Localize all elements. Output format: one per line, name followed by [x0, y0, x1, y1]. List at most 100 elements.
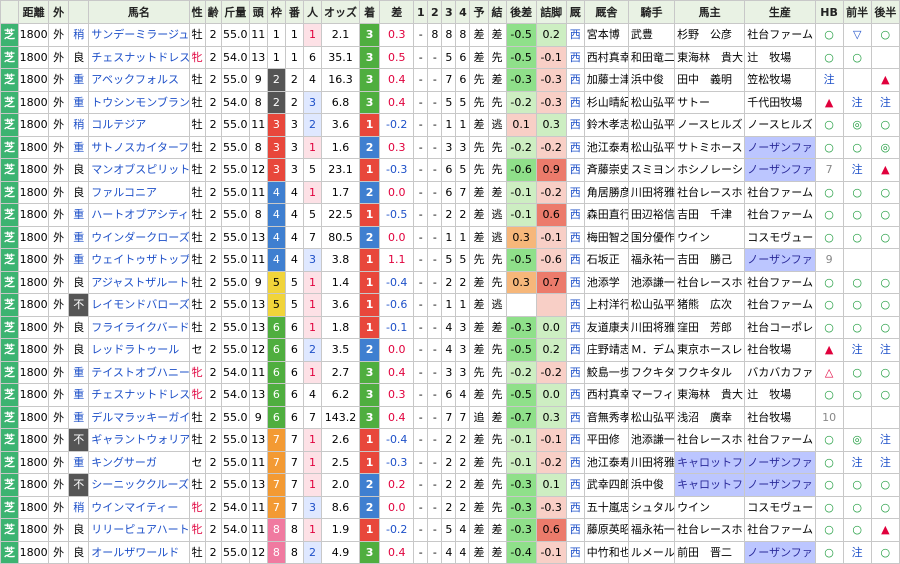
cell-name[interactable]: ウェイトゥザトップ	[88, 248, 190, 272]
cell-c3: 5	[441, 248, 457, 272]
cell-name[interactable]: アベックフォルス	[88, 68, 190, 92]
table-row[interactable]: 芝 1800 外重チェスナットドレス牝 2 54.0 13 6 6 4 6.2 3 0.3- -6 4 差先…	[0, 383, 900, 407]
cell-name[interactable]: サトノスカイターフ	[88, 135, 190, 159]
cell-name[interactable]: サンデーミラージュ	[88, 23, 190, 47]
cell-name[interactable]: アジャストザルート	[88, 270, 190, 294]
table-row[interactable]: 芝 1800 外重サトノスカイターフ牡 2 55.0 8 3 3 1 1.6 2 0.3- -3 3 先先 -…	[0, 135, 900, 159]
cell-name[interactable]: ギャラントウォリア	[88, 428, 190, 452]
cell-diff: 0.4	[379, 540, 415, 564]
cell-name[interactable]: チェスナットドレス	[88, 45, 190, 69]
cell-age: 2	[204, 518, 222, 542]
table-row[interactable]: 芝 1800 外不レイモンドバローズ牡 2 55.0 13 5 5 1 3.6 1 -0.6- -1 1 差…	[0, 293, 900, 317]
table-row[interactable]: 芝 1800 外重デルマラッキーガイ牡 2 55.0 9 6 6 7 143.2 3 0.4- -7 7 追…	[0, 405, 900, 429]
cell-odds: 3.6	[320, 113, 361, 137]
table-row[interactable]: 芝 1800 外重ウェイトゥザトップ牡 2 55.0 11 4 4 3 3.8 1 1.1- -5 5 先先…	[0, 248, 900, 272]
cell-maker: 社台ファーム	[744, 293, 816, 317]
cell-maker: 社台ファーム	[744, 428, 816, 452]
cell-name[interactable]: テイストオブハニー	[88, 360, 190, 384]
cell-sex: 牡	[188, 203, 206, 227]
cell-c2: -	[427, 315, 443, 339]
table-row[interactable]: 芝 1800 外稍サンデーミラージュ牡 2 55.0 11 1 1 1 2.1 3 0.3-8 8 8 差差…	[0, 23, 900, 47]
cell-ato	[505, 293, 537, 317]
cell-jockey: 川田将雅	[627, 315, 676, 339]
cell-hb: 9	[814, 248, 844, 272]
cell-umaya: 西	[565, 315, 585, 339]
table-row[interactable]: 芝 1800 外重テイストオブハニー牝 2 54.0 11 6 6 1 2.7 3 0.4- -3 3 先先…	[0, 360, 900, 384]
cell-name[interactable]: レッドラトゥール	[88, 338, 190, 362]
cell-wt: 55.0	[220, 473, 250, 497]
table-row[interactable]: 芝 1800 外良リリーピュアハート牝 2 54.0 11 8 8 1 1.9 1 -0.2- -5 4 差…	[0, 518, 900, 542]
cell-tsume: 0.6	[535, 203, 567, 227]
cell-name[interactable]: マンオブスピリット	[88, 158, 190, 182]
cell-age: 2	[204, 338, 222, 362]
cell-name[interactable]: キングサーガ	[88, 450, 190, 474]
cell-name[interactable]: レイモンドバローズ	[88, 293, 190, 317]
cell-c2: -	[427, 540, 443, 564]
table-row[interactable]: 芝 1800 外重アベックフォルス牡 2 55.0 9 2 2 4 16.3 3 0.4- -7 6 先差 -…	[0, 68, 900, 92]
cell-ban: 7	[284, 473, 304, 497]
cell-waku: 4	[266, 225, 286, 249]
cell-io: 外	[48, 158, 70, 182]
table-row[interactable]: 芝 1800 外良ファルコニア牡 2 55.0 11 4 4 1 1.7 2 0.0- -6 7 差差 -0.…	[0, 180, 900, 204]
cell-jockey: 松山弘平	[627, 405, 676, 429]
cell-dist: 1800	[18, 45, 50, 69]
table-row[interactable]: 芝 1800 外稍コルテジア牡 2 55.0 11 3 3 2 3.6 1 -0.2- -1 1 差逃 0.1…	[0, 113, 900, 137]
table-row[interactable]: 芝 1800 外良アジャストザルート牡 2 55.0 9 5 5 1 1.4 1 -0.4- -2 2 差先…	[0, 270, 900, 294]
cell-waku: 3	[266, 113, 286, 137]
race-results-table: 距離 外 馬名 性 齢 斤量 頭 枠 番 人 オッズ 着 差 1 2 3 4 予…	[0, 0, 900, 564]
table-row[interactable]: 芝 1800 外不ギャラントウォリア牡 2 55.0 13 7 7 1 2.6 1 -0.4- -2 2 差…	[0, 428, 900, 452]
cell-waku: 7	[266, 428, 286, 452]
cell-n: 11	[248, 518, 268, 542]
cell-odds: 80.5	[320, 225, 361, 249]
cell-umaya: 西	[565, 518, 585, 542]
cell-maker: バカバカファ	[744, 360, 816, 384]
cell-kyu: 武幸四郎	[583, 473, 629, 497]
cell-name[interactable]: ウインマイティー	[88, 495, 190, 519]
table-row[interactable]: 芝 1800 外重キングサーガセ 2 55.0 11 7 7 1 2.5 1 -0.3- -2 2 差先 -0…	[0, 450, 900, 474]
surface-cell: 芝	[0, 315, 20, 339]
cell-name[interactable]: リリーピュアハート	[88, 518, 190, 542]
cell-kou: ▲	[870, 68, 900, 92]
cell-dist: 1800	[18, 315, 50, 339]
cell-pop: 5	[302, 158, 322, 182]
cell-age: 2	[204, 68, 222, 92]
cell-name[interactable]: デルマラッキーガイ	[88, 405, 190, 429]
cell-name[interactable]: シーニッククルーズ	[88, 473, 190, 497]
cell-res: 1	[359, 450, 381, 474]
table-row[interactable]: 芝 1800 外良オールザワールド牡 2 55.0 12 8 8 2 4.9 3 0.4- -4 4 差差 -…	[0, 540, 900, 564]
cell-c4: 1	[455, 113, 471, 137]
cell-name[interactable]: フライライクバード	[88, 315, 190, 339]
cell-yo: 追	[469, 405, 489, 429]
cell-diff: -0.4	[379, 270, 415, 294]
cell-c4: 5	[455, 90, 471, 114]
cell-name[interactable]: オールザワールド	[88, 540, 190, 564]
table-row[interactable]: 芝 1800 外重トウシンモンブラン牡 2 54.0 8 2 2 3 6.8 3 0.4- -5 5 先先 -…	[0, 90, 900, 114]
cell-diff: -0.5	[379, 203, 415, 227]
table-row[interactable]: 芝 1800 外良フライライクバード牡 2 55.0 13 6 6 1 1.8 1 -0.1- -4 3 差…	[0, 315, 900, 339]
cell-name[interactable]: トウシンモンブラン	[88, 90, 190, 114]
table-row[interactable]: 芝 1800 外重ウインダークローズ牡 2 55.0 13 4 4 7 80.5 2 0.0- -1 1 差…	[0, 225, 900, 249]
cell-cond: 稍	[68, 113, 90, 137]
cell-io: 外	[48, 203, 70, 227]
cell-io: 外	[48, 293, 70, 317]
cell-dist: 1800	[18, 428, 50, 452]
cell-res: 2	[359, 338, 381, 362]
cell-name[interactable]: チェスナットドレス	[88, 383, 190, 407]
table-row[interactable]: 芝 1800 外良チェスナットドレス牝 2 54.0 13 1 1 6 35.1 3 0.5- -5 6 差…	[0, 45, 900, 69]
cell-name[interactable]: ウインダークローズ	[88, 225, 190, 249]
table-row[interactable]: 芝 1800 外良レッドラトゥールセ 2 55.0 12 6 6 2 3.5 2 0.0- -4 3 差先 -…	[0, 338, 900, 362]
cell-kou: ▲	[870, 518, 900, 542]
header-kou: 後半	[870, 0, 900, 24]
cell-tsume: -0.1	[535, 225, 567, 249]
cell-umaya: 西	[565, 158, 585, 182]
table-row[interactable]: 芝 1800 外重ハートオブアシティ牡 2 55.0 8 4 4 5 22.5 1 -0.5- -2 2 差…	[0, 203, 900, 227]
table-row[interactable]: 芝 1800 外不シーニッククルーズ牡 2 55.0 13 7 7 1 2.0 2 0.2- -2 2 差先…	[0, 473, 900, 497]
cell-ban: 7	[284, 495, 304, 519]
cell-name[interactable]: コルテジア	[88, 113, 190, 137]
table-row[interactable]: 芝 1800 外良マンオブスピリット牡 2 55.0 12 3 3 5 23.1 1 -0.3- -6 5…	[0, 158, 900, 182]
cell-name[interactable]: ファルコニア	[88, 180, 190, 204]
cell-maker: 辻 牧場	[744, 383, 816, 407]
cell-kyu: 西村真幸	[583, 45, 629, 69]
table-row[interactable]: 芝 1800 外稍ウインマイティー牝 2 54.0 11 7 7 3 8.6 2 0.0- -2 2 差先 -…	[0, 495, 900, 519]
cell-name[interactable]: ハートオブアシティ	[88, 203, 190, 227]
